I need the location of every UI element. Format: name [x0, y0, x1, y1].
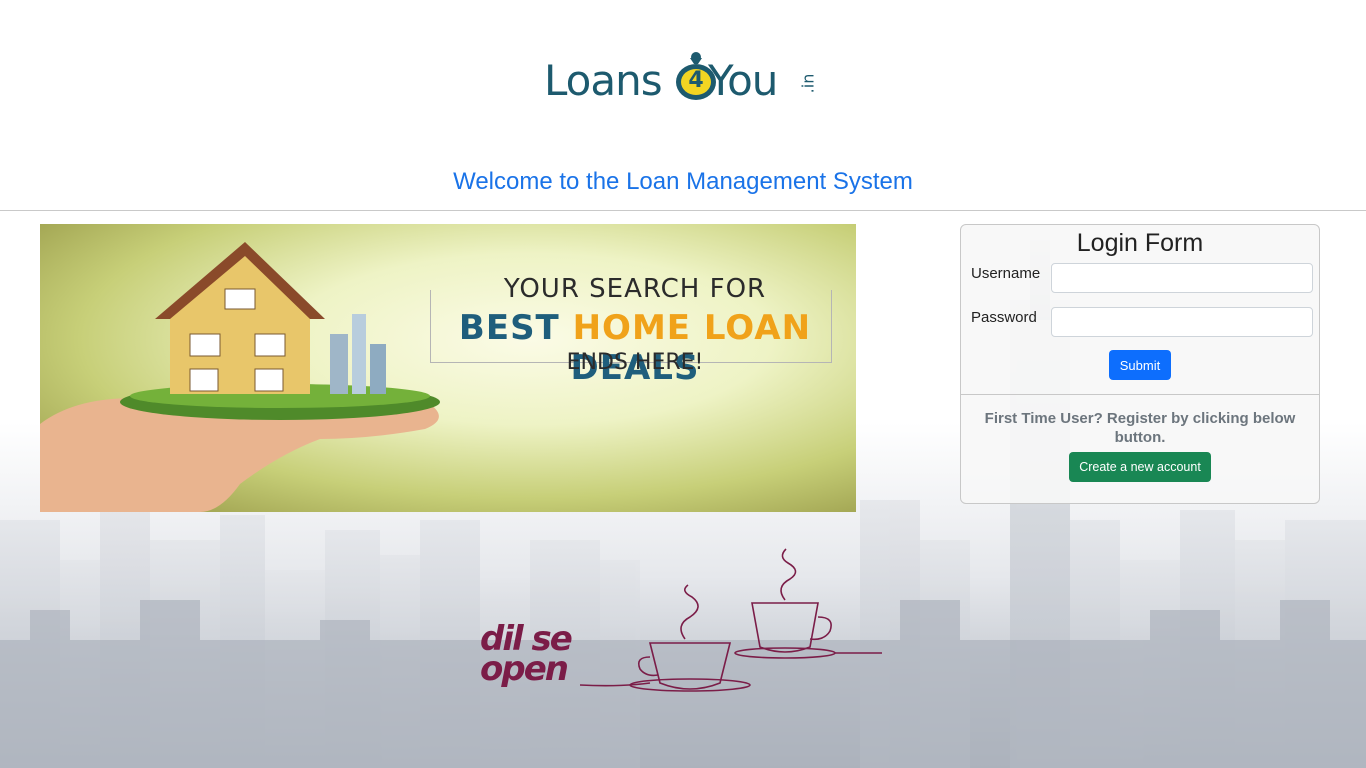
submit-button[interactable]: Submit — [1109, 350, 1171, 380]
banner-word-best: BEST — [458, 308, 560, 348]
login-form-title: Login Form — [1076, 229, 1204, 257]
register-prompt: First Time User? Register by clicking be… — [984, 410, 1296, 446]
promo-line-2: open — [480, 649, 569, 689]
banner-line-2: BEST HOME LOAN DEALS — [430, 308, 840, 388]
logo-text-loans: Loans — [544, 56, 663, 105]
password-input[interactable] — [1051, 307, 1313, 337]
loans4you-logo[interactable]: Loans 4 You .in — [540, 50, 830, 110]
logo-suffix: .in — [798, 73, 818, 94]
header-divider — [0, 210, 1366, 211]
home-loan-banner: YOUR SEARCH FOR BEST HOME LOAN DEALS END… — [40, 224, 856, 512]
username-input[interactable] — [1051, 263, 1313, 293]
username-label: Username — [971, 265, 1041, 282]
banner-word-home-loan: HOME LOAN — [572, 308, 812, 348]
login-form-divider — [961, 394, 1319, 395]
tea-cups-illustration — [580, 548, 882, 692]
banner-line-1: YOUR SEARCH FOR — [503, 274, 767, 304]
logo-text-you: You — [708, 56, 778, 105]
banner-line-3: ENDS HERE! — [566, 350, 704, 375]
page-title: Welcome to the Loan Management System — [453, 168, 913, 195]
create-account-button[interactable]: Create a new account — [1069, 452, 1211, 482]
password-label: Password — [971, 309, 1037, 326]
login-form: Login Form Username Password Submit Firs… — [960, 224, 1320, 504]
dil-se-open-promo: dil se open — [480, 622, 573, 689]
